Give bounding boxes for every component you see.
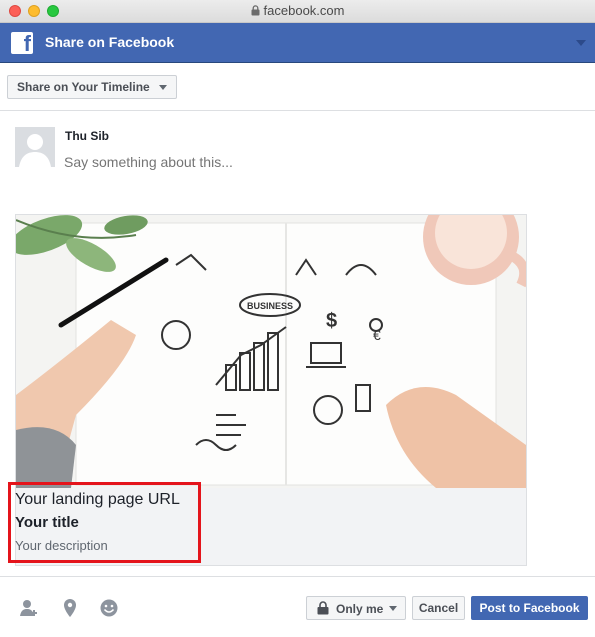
user-name[interactable]: Thu Sib: [65, 129, 109, 143]
dialog-footer: Only me Cancel Post to Facebook: [0, 576, 595, 637]
privacy-label: Only me: [336, 602, 384, 616]
chevron-down-icon: [158, 85, 167, 90]
chevron-down-icon: [389, 606, 397, 611]
share-destination-label: Share on Your Timeline: [17, 80, 150, 94]
default-avatar-icon: [15, 127, 55, 167]
share-destination-dropdown[interactable]: Share on Your Timeline: [7, 75, 177, 99]
share-destination-bar: Share on Your Timeline: [0, 63, 595, 111]
window-titlebar: facebook.com: [0, 0, 595, 23]
preview-url: Your landing page URL: [15, 491, 180, 508]
url-text: facebook.com: [263, 3, 345, 18]
preview-image-business-text: BUSINESS: [247, 301, 293, 311]
logo-letter: f: [23, 32, 31, 54]
preview-image: BUSINESS $ €: [16, 215, 526, 488]
feeling-smiley-icon[interactable]: [98, 597, 120, 619]
svg-text:$: $: [326, 310, 337, 332]
status-input[interactable]: [64, 152, 564, 172]
location-pin-icon[interactable]: [59, 597, 81, 619]
facebook-logo-icon: f: [11, 32, 33, 54]
avatar[interactable]: [15, 127, 55, 167]
privacy-selector-button[interactable]: Only me: [306, 596, 406, 620]
svg-text:€: €: [373, 327, 381, 343]
preview-meta: Your landing page URL Your title Your de…: [15, 490, 195, 554]
address-bar: facebook.com: [0, 3, 595, 18]
dialog-title: Share on Facebook: [45, 34, 175, 50]
cancel-button[interactable]: Cancel: [412, 596, 465, 620]
preview-title: Your title: [15, 514, 79, 531]
secure-lock-icon: [251, 5, 260, 16]
lock-icon: [317, 601, 329, 615]
tag-friends-icon[interactable]: [18, 597, 40, 619]
preview-description: Your description: [15, 538, 108, 553]
dialog-header: f Share on Facebook: [0, 23, 595, 63]
post-to-facebook-button[interactable]: Post to Facebook: [471, 596, 588, 620]
header-menu-chevron-icon[interactable]: [576, 40, 586, 46]
